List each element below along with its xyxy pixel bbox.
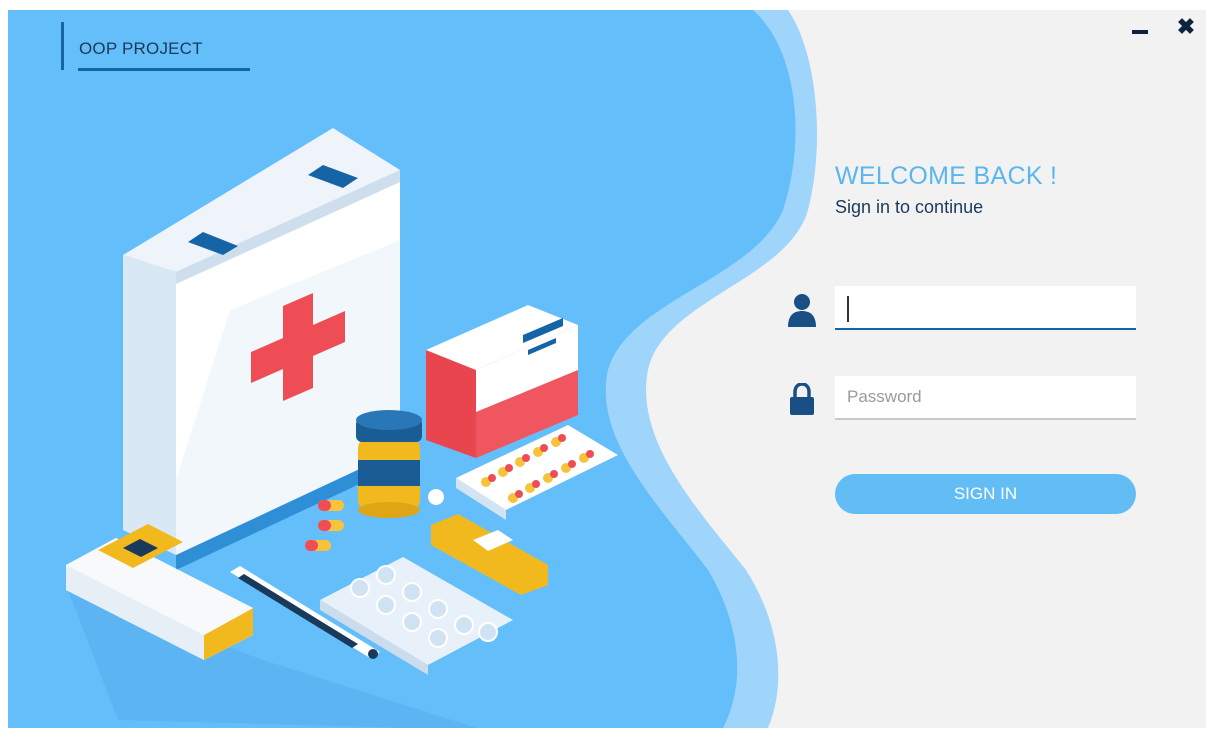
username-input[interactable] (835, 286, 1136, 330)
brand-underline (78, 68, 250, 71)
pill-bottle (356, 410, 422, 518)
welcome-heading: WELCOME BACK ! (835, 162, 1058, 190)
password-input[interactable] (835, 376, 1136, 420)
user-icon (788, 294, 816, 327)
close-button[interactable]: ✖ (1175, 14, 1197, 40)
login-window: OOP PROJECT ✖ WELCOME BACK ! Sign in to … (8, 10, 1206, 728)
welcome-subheading: Sign in to continue (835, 197, 984, 217)
app-title: OOP PROJECT (79, 39, 203, 58)
close-icon: ✖ (1176, 14, 1196, 39)
text-caret (847, 296, 849, 322)
background-illustration (8, 10, 818, 728)
lock-icon (790, 383, 814, 415)
brand-accent-bar (61, 22, 64, 70)
sign-in-button[interactable]: SIGN IN (835, 474, 1136, 514)
minimize-button[interactable] (1131, 22, 1149, 40)
